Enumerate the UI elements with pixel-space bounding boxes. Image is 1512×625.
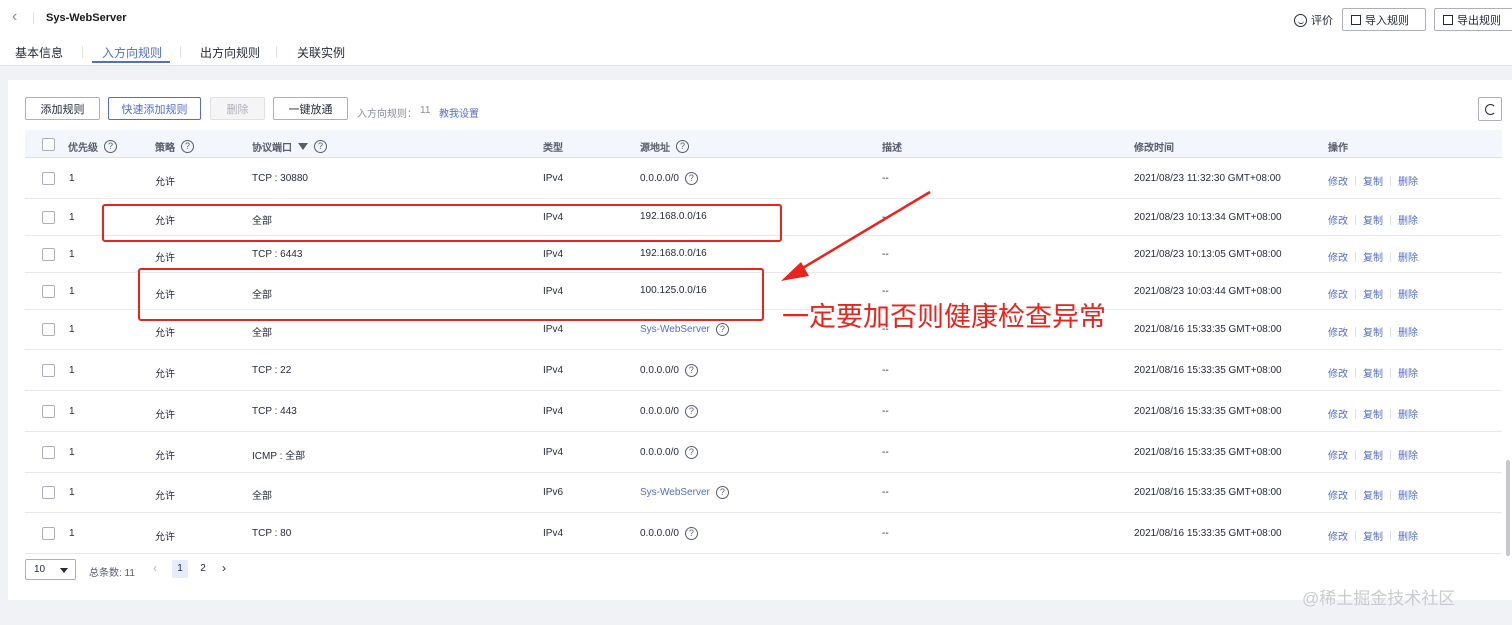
watermark: @稀土掘金技术社区 [1302, 589, 1456, 608]
annotation-arrow [781, 190, 931, 281]
scrollbar[interactable] [1506, 460, 1510, 556]
annotation-text: 一定要加否则健康检查异常 [782, 302, 1106, 333]
